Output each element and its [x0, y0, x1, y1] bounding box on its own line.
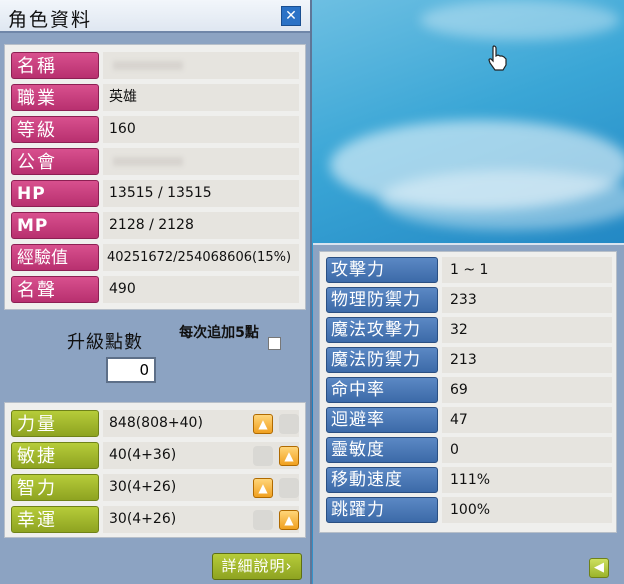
dex-up-arrow-icon[interactable]: ▲ — [279, 446, 299, 466]
weapon-defense-value: 233 — [442, 287, 612, 313]
stat-label: 魔法防禦力 — [326, 347, 438, 373]
character-info-window: 角色資料 ✕ 名稱 職業 英雄 等級 160 公會 HP 13515 / 135… — [0, 0, 312, 584]
level-value: 160 — [103, 116, 299, 143]
cloud — [420, 0, 620, 40]
fame-value: 490 — [103, 276, 299, 303]
accuracy-value: 69 — [442, 377, 612, 403]
back-arrow-icon[interactable]: ◀ — [589, 558, 609, 578]
auto-assign-checkbox[interactable] — [268, 337, 281, 350]
info-label: 名稱 — [11, 52, 99, 79]
detail-button[interactable]: 詳細說明› — [212, 553, 302, 580]
int-up-arrow-icon[interactable]: ▲ — [253, 478, 273, 498]
stat-label: 命中率 — [326, 377, 438, 403]
detailed-stats-panel: 攻擊力 1 ~ 1 物理防禦力 233 魔法攻擊力 32 魔法防禦力 213 命… — [319, 251, 617, 533]
stat-label: 迴避率 — [326, 407, 438, 433]
stat-label: 移動速度 — [326, 467, 438, 493]
info-panel: 名稱 職業 英雄 等級 160 公會 HP 13515 / 13515 MP 2… — [4, 44, 306, 310]
attack-value: 1 ~ 1 — [442, 257, 612, 283]
stat-label: 跳躍力 — [326, 497, 438, 523]
stat-label: 靈敏度 — [326, 437, 438, 463]
stat-label: 智力 — [11, 474, 99, 501]
exp-value: 40251672/254068606(15%) — [103, 244, 299, 271]
info-label: HP — [11, 180, 99, 207]
stat-label: 力量 — [11, 410, 99, 437]
window-title: 角色資料 — [8, 9, 93, 31]
info-label: MP — [11, 212, 99, 239]
jump-value: 100% — [442, 497, 612, 523]
ability-points-value: 0 — [106, 357, 156, 383]
str-up-arrow-icon[interactable]: ▲ — [253, 414, 273, 434]
empty-slot — [279, 414, 299, 434]
stats-panel: 力量 848(808+40) ▲ 敏捷 40(4+36) ▲ 智力 30(4+2… — [4, 402, 306, 538]
luk-up-arrow-icon[interactable]: ▲ — [279, 510, 299, 530]
detailed-stats-window: 攻擊力 1 ~ 1 物理防禦力 233 魔法攻擊力 32 魔法防禦力 213 命… — [313, 243, 624, 584]
stat-label: 幸運 — [11, 506, 99, 533]
stat-label: 敏捷 — [11, 442, 99, 469]
ability-points-label: 升級點數 — [67, 332, 143, 353]
magic-defense-value: 213 — [442, 347, 612, 373]
info-label: 經驗值 — [11, 244, 99, 271]
close-icon[interactable]: ✕ — [281, 6, 301, 26]
avoidability-value: 47 — [442, 407, 612, 433]
stat-label: 物理防禦力 — [326, 287, 438, 313]
hand-cursor-icon — [488, 45, 507, 71]
window-titlebar[interactable]: 角色資料 ✕ — [0, 0, 310, 33]
info-label: 職業 — [11, 84, 99, 111]
stat-label: 魔法攻擊力 — [326, 317, 438, 343]
magic-attack-value: 32 — [442, 317, 612, 343]
empty-slot — [253, 446, 273, 466]
guild-value — [103, 148, 299, 175]
job-value: 英雄 — [103, 84, 299, 111]
speed-value: 111% — [442, 467, 612, 493]
character-name-value — [103, 52, 299, 79]
info-label: 等級 — [11, 116, 99, 143]
empty-slot — [279, 478, 299, 498]
empty-slot — [253, 510, 273, 530]
hands-value: 0 — [442, 437, 612, 463]
mp-value: 2128 / 2128 — [103, 212, 299, 239]
cloud — [380, 170, 624, 230]
stat-label: 攻擊力 — [326, 257, 438, 283]
info-label: 名聲 — [11, 276, 99, 303]
hp-value: 13515 / 13515 — [103, 180, 299, 207]
info-label: 公會 — [11, 148, 99, 175]
auto-assign-label: 每次追加5點 — [179, 325, 259, 341]
